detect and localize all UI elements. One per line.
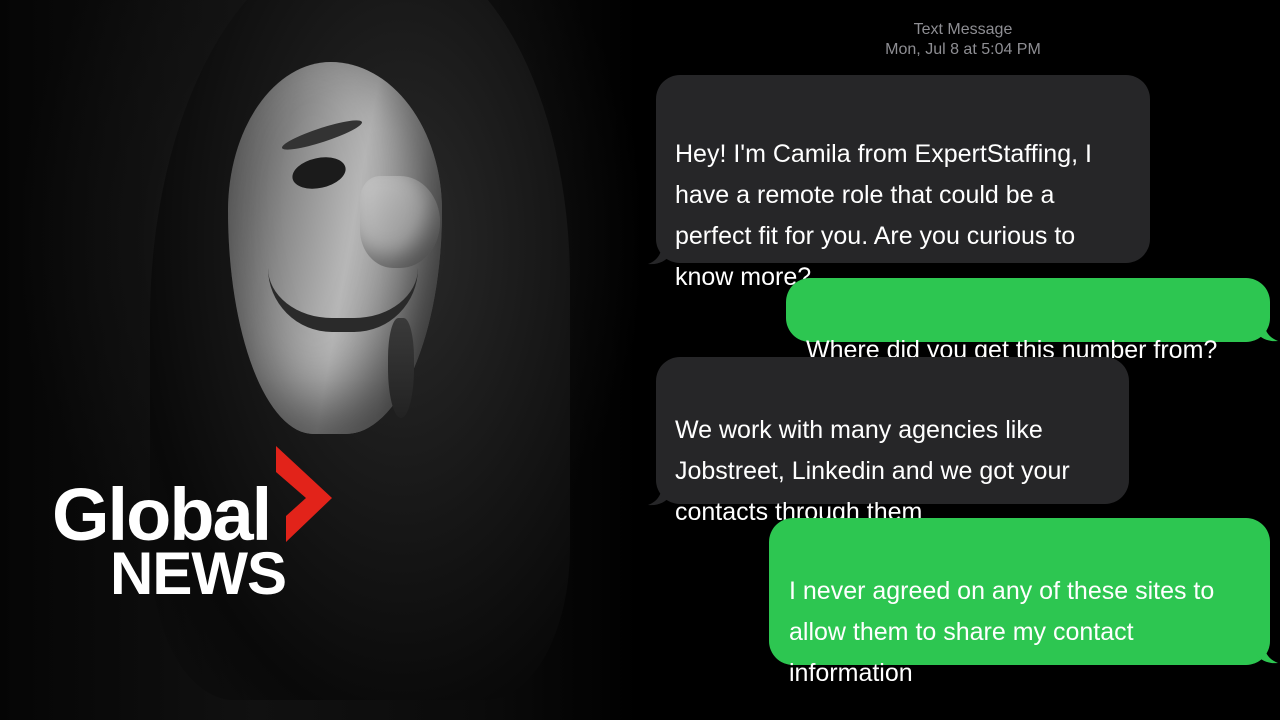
bubble-tail-icon [1256, 320, 1278, 342]
logo-news-text: NEWS [110, 540, 287, 607]
bubble-tail-icon [648, 243, 670, 265]
video-frame: Global NEWS Text Message Mon, Jul 8 at 5… [0, 0, 1280, 720]
timestamp-label: Mon, Jul 8 at 5:04 PM [885, 41, 1041, 58]
message-text: We work with many agencies like Jobstree… [675, 416, 1070, 526]
message-text: Hey! I'm Camila from ExpertStaffing, I h… [675, 140, 1092, 291]
outgoing-message-bubble[interactable]: I never agreed on any of these sites to … [769, 518, 1270, 687]
global-news-logo: Global NEWS [50, 440, 340, 610]
mask-beard [388, 318, 414, 418]
outgoing-message-bubble[interactable]: Where did you get this number from? [786, 278, 1270, 364]
incoming-message-bubble[interactable]: Hey! I'm Camila from ExpertStaffing, I h… [656, 75, 1150, 291]
bubble-tail-icon [648, 484, 670, 506]
message-thread: Text Message Mon, Jul 8 at 5:04 PM Hey! … [640, 0, 1280, 720]
bubble-tail-icon [1256, 642, 1278, 664]
message-text: I never agreed on any of these sites to … [789, 577, 1215, 687]
thread-header: Text Message Mon, Jul 8 at 5:04 PM [640, 20, 1280, 60]
chevron-logo-icon [276, 446, 332, 542]
incoming-message-bubble[interactable]: We work with many agencies like Jobstree… [656, 357, 1129, 526]
mask-nose [360, 176, 440, 268]
masked-figure-photo [0, 0, 640, 720]
service-label: Text Message [913, 21, 1013, 38]
